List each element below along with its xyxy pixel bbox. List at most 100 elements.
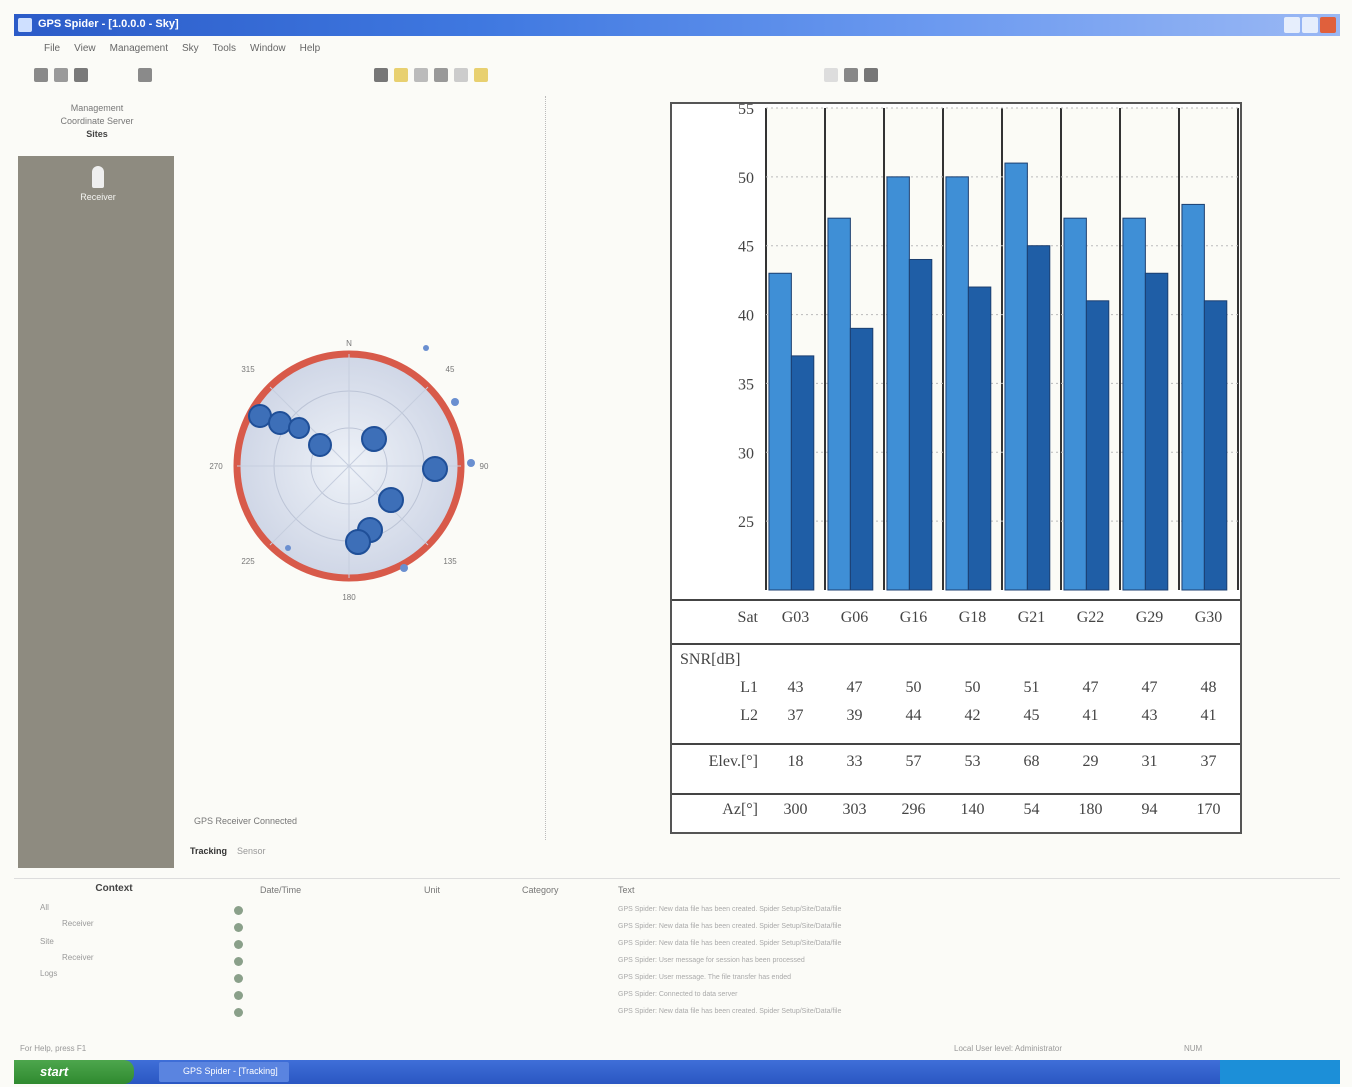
elevation-cell: 29 (1083, 753, 1099, 770)
satellite-marker[interactable] (378, 487, 404, 513)
bar-l1-g22 (1063, 217, 1087, 591)
sat-id-cell: G21 (1018, 609, 1046, 626)
sat-id-cell: G03 (782, 609, 810, 626)
nav-management[interactable]: Management (18, 102, 176, 115)
refresh-icon[interactable] (434, 68, 448, 82)
log-row[interactable]: GPS Spider: New data file has been creat… (224, 1005, 1324, 1021)
col-datetime[interactable]: Date/Time (260, 885, 301, 895)
elevation-cell: 18 (788, 753, 804, 770)
bar-l2-g16 (908, 258, 933, 591)
bar-l2-g22 (1085, 300, 1110, 591)
receiver-icon (92, 166, 104, 188)
satellite-marker[interactable] (422, 456, 448, 482)
satellite-marker[interactable] (361, 426, 387, 452)
receiver-item[interactable]: Receiver (76, 166, 120, 202)
satellite-marker[interactable] (288, 417, 310, 439)
satellite-marker[interactable] (423, 345, 429, 351)
tab-tracking[interactable]: Tracking (190, 846, 227, 856)
satellite-marker[interactable] (467, 459, 475, 467)
label-west: 270 (209, 462, 223, 471)
grid-icon[interactable] (864, 68, 878, 82)
app-window: GPS Spider - [1.0.0.0 - Sky] File View M… (0, 0, 1352, 1087)
col-category[interactable]: Category (522, 885, 559, 895)
menu-management[interactable]: Management (110, 43, 168, 54)
log-icon[interactable] (474, 68, 488, 82)
log-row[interactable]: GPS Spider: Connected to data server (224, 988, 1324, 1004)
col-text[interactable]: Text (618, 885, 635, 895)
chart-icon[interactable] (844, 68, 858, 82)
azimuth-cell: 140 (961, 801, 985, 818)
bar-l2-g06 (849, 327, 874, 591)
log-row[interactable]: GPS Spider: New data file has been creat… (224, 937, 1324, 953)
connect-icon[interactable] (374, 68, 388, 82)
menu-bar: File View Management Sky Tools Window He… (14, 38, 1340, 58)
tab-sensor[interactable]: Sensor (237, 846, 266, 856)
title-bar: GPS Spider - [1.0.0.0 - Sky] (14, 14, 1340, 36)
tree-item-logs[interactable]: Logs (40, 969, 57, 978)
menu-window[interactable]: Window (250, 43, 286, 54)
sat-id-cell: G22 (1077, 609, 1105, 626)
new-icon[interactable] (34, 68, 48, 82)
tree-item-receiver[interactable]: Receiver (62, 919, 94, 928)
azimuth-cell: 94 (1142, 801, 1158, 818)
taskbar-app-item[interactable]: GPS Spider - [Tracking] (159, 1062, 289, 1082)
info-icon (234, 991, 243, 1000)
settings-icon[interactable] (414, 68, 428, 82)
save-icon[interactable] (74, 68, 88, 82)
close-icon[interactable] (1320, 17, 1336, 33)
bar-l2-g18 (967, 286, 992, 591)
azimuth-cell: 303 (843, 801, 867, 818)
menu-sky[interactable]: Sky (182, 43, 199, 54)
row-label-azimuth: Az[°] (722, 801, 758, 818)
sky-panel: N 90 180 270 45 135 225 315 GPS Receiver… (182, 96, 546, 840)
snr-l2-cell: 37 (788, 707, 804, 724)
bar-l2-g21 (1026, 245, 1051, 591)
bar-l1-g06 (827, 217, 851, 591)
satellite-marker[interactable] (345, 529, 371, 555)
minimize-icon[interactable] (1284, 17, 1300, 33)
log-row[interactable]: GPS Spider: User message for session has… (224, 954, 1324, 970)
satellite-marker[interactable] (308, 433, 332, 457)
log-text: GPS Spider: New data file has been creat… (618, 923, 842, 930)
label-se: 135 (443, 557, 457, 566)
stop-icon[interactable] (454, 68, 468, 82)
info-icon[interactable] (824, 68, 838, 82)
bar-l1-g16 (886, 176, 910, 591)
tree-item-site[interactable]: Site (40, 937, 54, 946)
nav-sites[interactable]: Sites (18, 128, 176, 141)
print-icon[interactable] (138, 68, 152, 82)
menu-file[interactable]: File (44, 43, 60, 54)
snr-l2-cell: 41 (1201, 707, 1217, 724)
row-label-elevation: Elev.[°] (709, 753, 758, 770)
info-icon (234, 957, 243, 966)
log-row[interactable]: GPS Spider: New data file has been creat… (224, 920, 1324, 936)
satellite-marker[interactable] (285, 545, 291, 551)
satellite-marker[interactable] (451, 398, 459, 406)
sat-id-cell: G29 (1136, 609, 1164, 626)
log-row[interactable]: GPS Spider: New data file has been creat… (224, 903, 1324, 919)
tree-item-all[interactable]: All (40, 903, 49, 912)
bar-l1-g03 (768, 272, 792, 591)
bar-l1-g30 (1181, 203, 1205, 591)
menu-view[interactable]: View (74, 43, 96, 54)
col-unit[interactable]: Unit (424, 885, 440, 895)
info-icon (234, 906, 243, 915)
log-text: GPS Spider: Connected to data server (618, 991, 738, 998)
folder-icon[interactable] (394, 68, 408, 82)
menu-tools[interactable]: Tools (213, 43, 236, 54)
open-icon[interactable] (54, 68, 68, 82)
snr-l2-cell: 43 (1142, 707, 1158, 724)
satellite-marker[interactable] (248, 404, 272, 428)
tree-item-receiver-2[interactable]: Receiver (62, 953, 94, 962)
sat-id-cell: G30 (1195, 609, 1223, 626)
nav-coordinate-server[interactable]: Coordinate Server (18, 115, 176, 128)
sat-id-cell: G16 (900, 609, 928, 626)
satellite-marker[interactable] (400, 564, 408, 572)
context-title: Context (95, 883, 133, 894)
satellite-marker[interactable] (268, 411, 292, 435)
start-button[interactable]: start (14, 1060, 134, 1084)
info-icon (234, 923, 243, 932)
menu-help[interactable]: Help (300, 43, 321, 54)
maximize-icon[interactable] (1302, 17, 1318, 33)
log-row[interactable]: GPS Spider: User message. The file trans… (224, 971, 1324, 987)
